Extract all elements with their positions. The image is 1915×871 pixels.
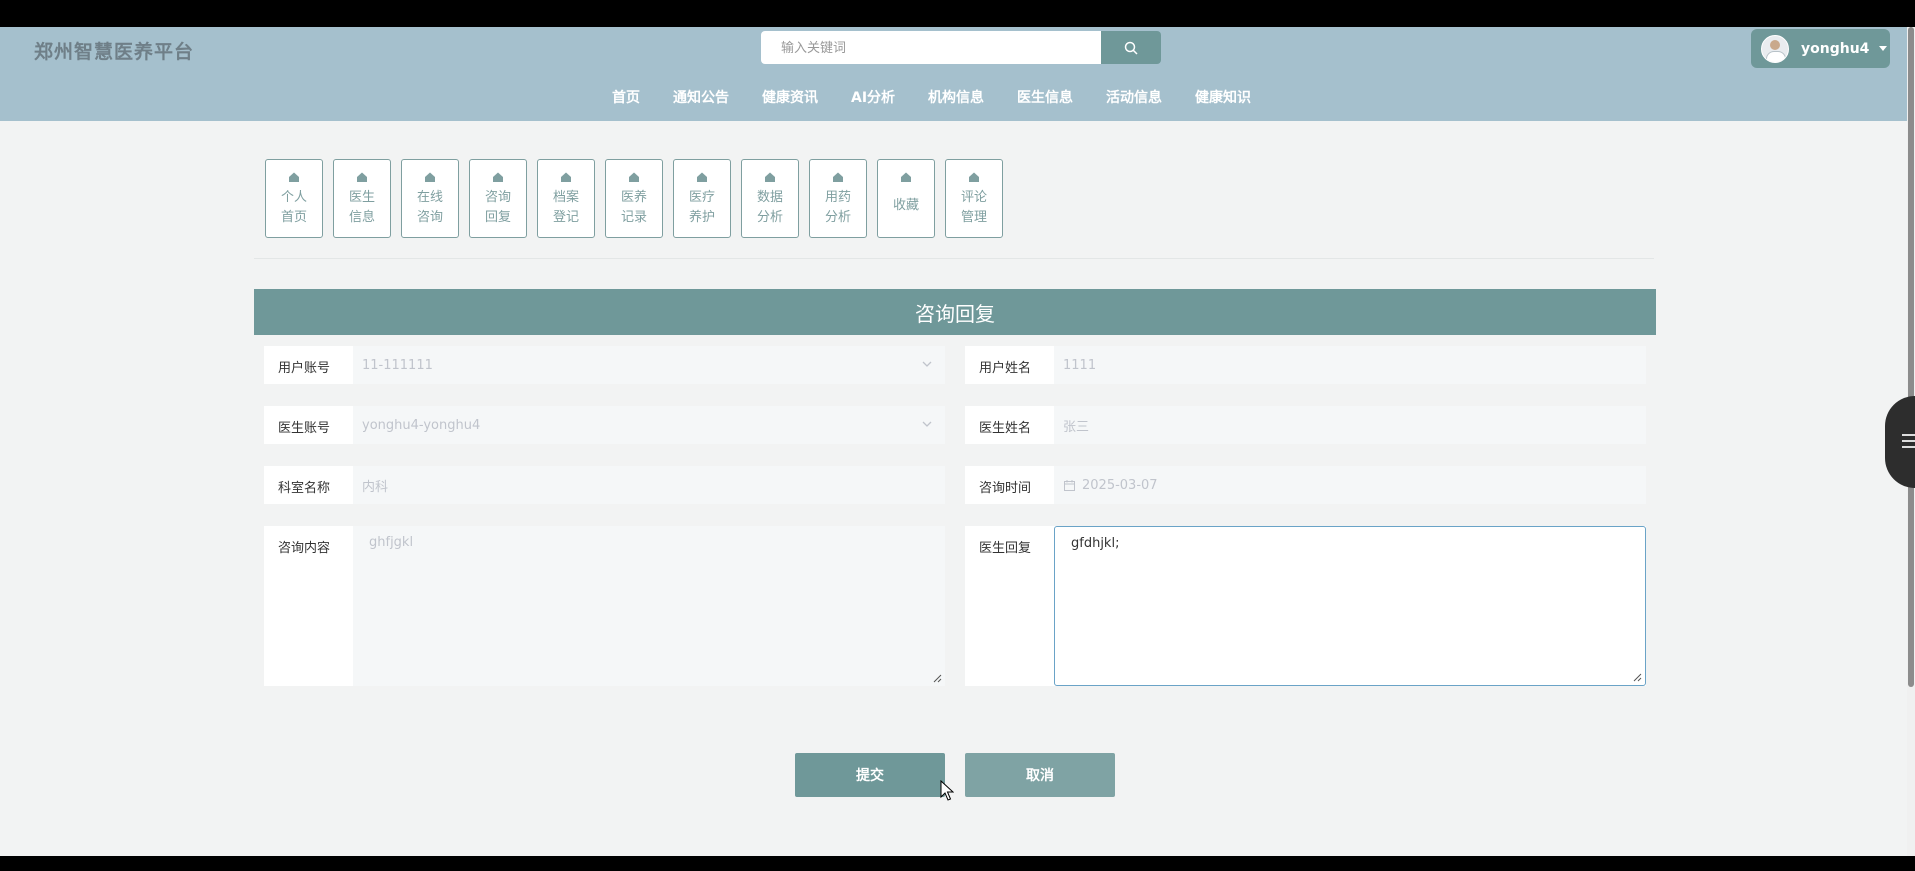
nav-doctors[interactable]: 医生信息 — [1017, 87, 1073, 107]
user-menu-tiles: 个人首页 医生信息 在线咨询 咨询回复 档案登记 医养记录 医疗养护 数据分析 — [265, 159, 1013, 238]
doctor-account-field: 医生账号 yonghu4-yonghu4 — [264, 406, 945, 444]
tile-label: 在线咨询 — [416, 190, 443, 225]
home-icon — [765, 172, 775, 182]
side-drawer-tab[interactable] — [1885, 396, 1915, 488]
consult-content-field: 咨询内容 ghfjgkl — [264, 526, 945, 686]
field-label: 用户姓名 — [979, 361, 1032, 376]
search-icon — [1124, 41, 1138, 55]
tile-medical-care[interactable]: 医疗养护 — [673, 159, 731, 238]
field-value: 11-111111 — [362, 357, 433, 373]
chevron-down-icon — [1879, 46, 1888, 51]
home-icon — [357, 172, 367, 182]
field-label: 咨询内容 — [278, 541, 331, 556]
resize-handle-icon[interactable] — [932, 673, 942, 683]
consult-time-field: 咨询时间 2025-03-07 — [965, 466, 1646, 504]
nav-health-news[interactable]: 健康资讯 — [762, 87, 818, 107]
tile-label: 咨询回复 — [484, 190, 511, 225]
page-viewport: 郑州智慧医养平台 yonghu4 首页 通知公告 健康资讯 AI分析 机构信息 — [0, 27, 1915, 856]
user-menu[interactable]: yonghu4 — [1751, 29, 1890, 68]
user-name-field: 用户姓名 1111 — [965, 346, 1646, 384]
tile-label: 医生信息 — [348, 190, 375, 225]
tile-label: 收藏 — [892, 198, 919, 213]
home-icon — [833, 172, 843, 182]
top-header: 郑州智慧医养平台 yonghu4 首页 通知公告 健康资讯 AI分析 机构信息 — [0, 27, 1907, 121]
department-input[interactable]: 内科 — [353, 466, 945, 504]
user-account-select[interactable]: 11-111111 — [353, 346, 945, 384]
chevron-down-icon — [922, 421, 932, 427]
nav-notices[interactable]: 通知公告 — [673, 87, 729, 107]
tile-consult-reply[interactable]: 咨询回复 — [469, 159, 527, 238]
home-icon — [901, 172, 911, 182]
tile-label: 评论管理 — [960, 190, 987, 225]
home-icon — [969, 172, 979, 182]
resize-handle-icon[interactable] — [1632, 672, 1642, 682]
tile-online-consult[interactable]: 在线咨询 — [401, 159, 459, 238]
tile-label: 医养记录 — [620, 190, 647, 225]
field-value: 张三 — [1063, 419, 1090, 435]
department-field: 科室名称 内科 — [264, 466, 945, 504]
field-value: 2025-03-07 — [1082, 477, 1158, 493]
field-label: 科室名称 — [278, 481, 331, 496]
search-input[interactable] — [761, 31, 1101, 64]
tile-comment-management[interactable]: 评论管理 — [945, 159, 1003, 238]
calendar-icon — [1064, 479, 1075, 491]
user-name-input[interactable]: 1111 — [1054, 346, 1646, 384]
field-value: ghfjgkl — [369, 535, 414, 550]
brand-title: 郑州智慧医养平台 — [34, 41, 195, 63]
cancel-button[interactable]: 取消 — [965, 753, 1115, 797]
home-icon — [289, 172, 299, 182]
nav-institutions[interactable]: 机构信息 — [928, 87, 984, 107]
nav-home[interactable]: 首页 — [612, 87, 640, 107]
field-label: 医生账号 — [278, 421, 331, 436]
tile-personal-home[interactable]: 个人首页 — [265, 159, 323, 238]
nav-health-knowledge[interactable]: 健康知识 — [1195, 87, 1251, 107]
user-name: yonghu4 — [1801, 40, 1870, 57]
menu-icon — [1902, 434, 1915, 452]
tile-label: 用药分析 — [824, 190, 851, 225]
home-icon — [425, 172, 435, 182]
search-bar — [761, 31, 1161, 64]
tile-label: 档案登记 — [552, 190, 579, 225]
tile-data-analysis[interactable]: 数据分析 — [741, 159, 799, 238]
field-value: 1111 — [1063, 357, 1097, 373]
tile-doctor-info[interactable]: 医生信息 — [333, 159, 391, 238]
field-label: 用户账号 — [278, 361, 331, 376]
field-label: 医生姓名 — [979, 421, 1032, 436]
doctor-reply-textarea[interactable]: gfdhjkl; — [1054, 526, 1646, 686]
tile-label: 数据分析 — [756, 190, 783, 225]
doctor-account-select[interactable]: yonghu4-yonghu4 — [353, 406, 945, 444]
user-account-field: 用户账号 11-111111 — [264, 346, 945, 384]
field-value: gfdhjkl; — [1071, 536, 1120, 551]
avatar — [1761, 34, 1789, 63]
main-nav: 首页 通知公告 健康资讯 AI分析 机构信息 医生信息 活动信息 健康知识 — [612, 87, 1284, 107]
consult-content-textarea[interactable]: ghfjgkl — [353, 526, 945, 686]
mouse-cursor-icon — [940, 780, 954, 801]
divider — [254, 258, 1654, 259]
tile-archive-register[interactable]: 档案登记 — [537, 159, 595, 238]
field-value: yonghu4-yonghu4 — [362, 417, 481, 433]
doctor-reply-field: 医生回复 gfdhjkl; — [965, 526, 1646, 686]
tile-label: 医疗养护 — [688, 190, 715, 225]
field-value: 内科 — [362, 479, 389, 495]
home-icon — [493, 172, 503, 182]
submit-button[interactable]: 提交 — [795, 753, 945, 797]
tile-label: 个人首页 — [280, 190, 307, 225]
tile-medication-analysis[interactable]: 用药分析 — [809, 159, 867, 238]
search-button[interactable] — [1101, 31, 1161, 64]
doctor-name-input[interactable]: 张三 — [1054, 406, 1646, 444]
home-icon — [697, 172, 707, 182]
tile-care-records[interactable]: 医养记录 — [605, 159, 663, 238]
field-label: 医生回复 — [979, 541, 1032, 556]
nav-ai-analysis[interactable]: AI分析 — [851, 87, 895, 107]
home-icon — [629, 172, 639, 182]
nav-activities[interactable]: 活动信息 — [1106, 87, 1162, 107]
scrollbar-thumb[interactable] — [1908, 27, 1914, 687]
chevron-down-icon — [922, 361, 932, 367]
doctor-name-field: 医生姓名 张三 — [965, 406, 1646, 444]
field-label: 咨询时间 — [979, 481, 1032, 496]
form-title: 咨询回复 — [254, 289, 1656, 335]
consult-time-picker[interactable]: 2025-03-07 — [1054, 466, 1646, 504]
home-icon — [561, 172, 571, 182]
tile-favorites[interactable]: 收藏 — [877, 159, 935, 238]
